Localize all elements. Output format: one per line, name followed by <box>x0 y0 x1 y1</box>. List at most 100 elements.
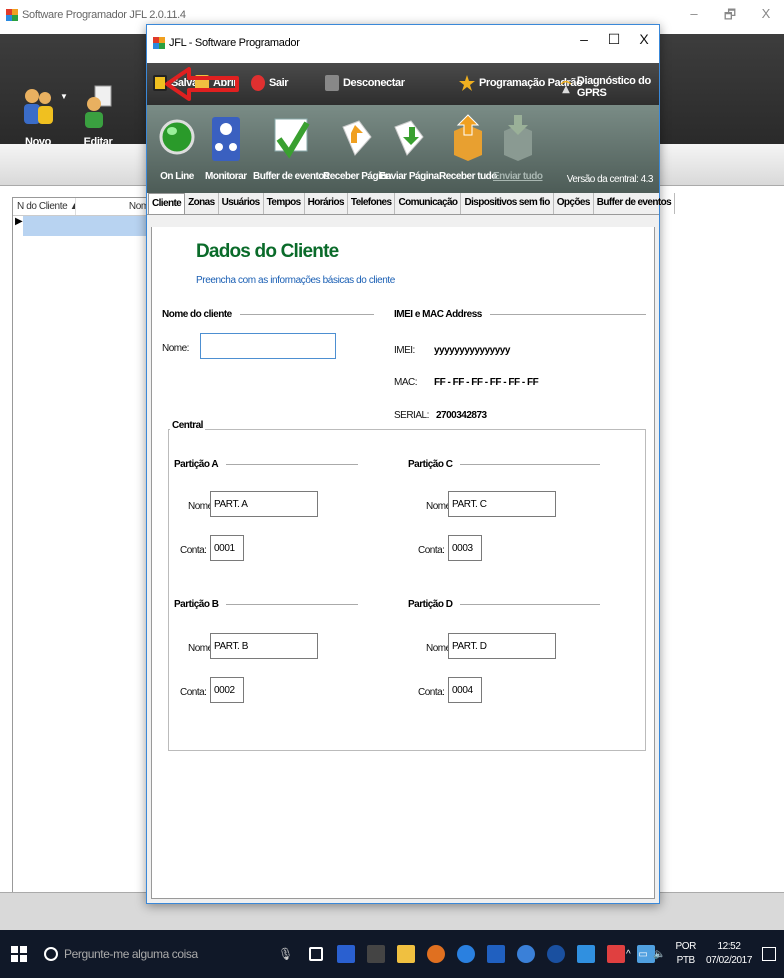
dialog-tabs: Cliente Zonas Usuários Tempos Horários T… <box>147 193 676 215</box>
sair-button[interactable]: Sair <box>251 75 289 91</box>
close-button[interactable]: X <box>748 6 784 30</box>
send-all-icon <box>503 115 532 161</box>
taskbar-app-3[interactable] <box>541 930 571 978</box>
receber-tudo-button[interactable]: Receber tudo <box>439 111 497 182</box>
novo-button[interactable]: Novo <box>8 84 68 148</box>
sair-label: Sair <box>269 77 289 89</box>
diagnostico-gprs-label: Diagnóstico do GPRS <box>576 75 651 99</box>
column-header-num[interactable]: N do Cliente ▲ <box>13 198 77 215</box>
minimize-button[interactable]: – <box>676 6 712 30</box>
clock[interactable]: 12:52 07/02/2017 <box>706 940 752 968</box>
dialog-toolbar: On Line Monitorar Buffer de eventos Rece… <box>147 105 659 193</box>
diagnostico-gprs-button[interactable]: Diagnóstico do GPRS <box>559 75 659 99</box>
tab-horarios[interactable]: Horários <box>305 193 348 214</box>
restore-button[interactable]: 🗗 <box>712 6 748 30</box>
star-icon <box>459 75 475 91</box>
online-button[interactable]: On Line <box>157 111 197 182</box>
particao-d-nome-input[interactable] <box>448 633 556 659</box>
enviar-pagina-label: Enviar Página <box>379 171 439 182</box>
tab-tempos[interactable]: Tempos <box>264 193 305 214</box>
red-arrow-annotation-icon <box>165 67 239 101</box>
mac-label: MAC: <box>394 377 418 388</box>
notification-icon[interactable] <box>762 947 776 961</box>
windows-taskbar: Pergunte-me alguma coisa 🎙 ^ ▭ 🔈 POR PTB… <box>0 930 784 978</box>
receive-page-icon <box>342 120 372 156</box>
tab-zonas[interactable]: Zonas <box>185 193 219 214</box>
taskbar-app-edge[interactable] <box>451 930 481 978</box>
volume-icon[interactable]: 🔈 <box>653 949 665 960</box>
nome-cliente-input[interactable] <box>200 333 336 359</box>
particao-b-title: Partição B <box>174 599 359 610</box>
receber-tudo-label: Receber tudo <box>439 171 497 182</box>
language-indicator[interactable]: POR PTB <box>675 940 696 968</box>
tab-dispositivos-sem-fio[interactable]: Dispositivos sem fio <box>461 193 554 214</box>
receive-all-icon <box>453 114 482 161</box>
versao-central-label: Versão da central: 4.3 <box>566 174 654 185</box>
taskbar-app-explorer[interactable] <box>391 930 421 978</box>
search-placeholder: Pergunte-me alguma coisa <box>64 947 198 961</box>
taskbar-app-4[interactable] <box>571 930 601 978</box>
page-title: Dados do Cliente <box>196 241 339 262</box>
disconnect-icon <box>325 75 339 91</box>
particao-a-nome-input[interactable] <box>210 491 318 517</box>
particao-d-conta-input[interactable] <box>448 677 482 703</box>
jfl-app-icon <box>153 37 165 49</box>
network-icon[interactable]: ▭ <box>638 949 647 960</box>
dropdown-arrow-icon[interactable]: ▼ <box>60 92 68 101</box>
close-button[interactable]: X <box>629 31 659 48</box>
central-group-title: Central <box>170 420 205 431</box>
imei-mac-group-title: IMEI e MAC Address <box>394 309 646 320</box>
minimize-button[interactable]: – <box>569 31 599 48</box>
system-tray: ^ ▭ 🔈 POR PTB 12:52 07/02/2017 <box>626 930 784 978</box>
buffer-eventos-button[interactable]: Buffer de eventos <box>253 111 329 182</box>
tab-telefones[interactable]: Telefones <box>348 193 396 214</box>
cliente-tab-content: Dados do Cliente Preencha com as informa… <box>151 227 655 899</box>
particao-c-conta-input[interactable] <box>448 535 482 561</box>
monitor-dials-icon <box>211 117 240 161</box>
desconectar-button[interactable]: Desconectar <box>325 75 405 91</box>
jfl-app-icon <box>6 9 18 21</box>
enviar-tudo-label: Enviar tudo <box>493 171 543 182</box>
tab-usuarios[interactable]: Usuários <box>219 193 264 214</box>
particao-b-nome-input[interactable] <box>210 633 318 659</box>
table-row[interactable]: ▶ <box>13 216 159 236</box>
maximize-button[interactable]: ☐ <box>599 31 629 48</box>
green-light-icon <box>159 119 195 155</box>
tab-buffer-de-eventos[interactable]: Buffer de eventos <box>594 193 676 214</box>
start-button[interactable] <box>0 930 38 978</box>
jfl-programmer-dialog: JFL - Software Programador – ☐ X Salvar … <box>146 24 676 904</box>
taskbar-app-jfl-1[interactable] <box>331 930 361 978</box>
serial-value: 2700342873 <box>436 410 487 421</box>
cortana-search-box[interactable]: Pergunte-me alguma coisa <box>38 930 228 978</box>
task-view-icon[interactable] <box>301 930 331 978</box>
particao-c-conta-label: Conta: <box>418 545 445 556</box>
nome-label: Nome: <box>162 343 189 354</box>
cortana-icon <box>44 947 58 961</box>
enviar-pagina-button[interactable]: Enviar Página <box>379 111 439 182</box>
clock-date: 07/02/2017 <box>705 955 752 966</box>
bg-window-controls: – 🗗 X <box>676 6 784 30</box>
editar-button[interactable]: Editar <box>68 84 128 148</box>
taskbar-app-2[interactable] <box>511 930 541 978</box>
power-icon <box>251 75 265 91</box>
client-list[interactable]: N do Cliente ▲ Nome ▶ <box>12 197 160 915</box>
dialog-menu-bar: Salvar Abrir Sair Desconectar Programaçã… <box>147 63 659 105</box>
tab-comunicacao[interactable]: Comunicação <box>395 193 462 214</box>
particao-b-conta-input[interactable] <box>210 677 244 703</box>
tab-opcoes[interactable]: Opções <box>554 193 594 214</box>
particao-a-conta-label: Conta: <box>180 545 207 556</box>
taskbar-app-calculator[interactable] <box>361 930 391 978</box>
tray-chevron-icon[interactable]: ^ <box>626 949 631 960</box>
enviar-tudo-button[interactable]: Enviar tudo <box>493 111 543 182</box>
imei-value: yyyyyyyyyyyyyyy <box>434 345 510 356</box>
lang-top: POR <box>675 941 696 952</box>
clock-time: 12:52 <box>717 941 741 952</box>
taskbar-app-firefox[interactable] <box>421 930 451 978</box>
particao-c-nome-input[interactable] <box>448 491 556 517</box>
particao-a-conta-input[interactable] <box>210 535 244 561</box>
tab-cliente[interactable]: Cliente <box>148 193 186 214</box>
particao-a-title: Partição A <box>174 459 359 470</box>
taskbar-app-msi[interactable] <box>481 930 511 978</box>
monitorar-button[interactable]: Monitorar <box>205 111 247 182</box>
microphone-icon[interactable]: 🎙 <box>278 947 293 961</box>
